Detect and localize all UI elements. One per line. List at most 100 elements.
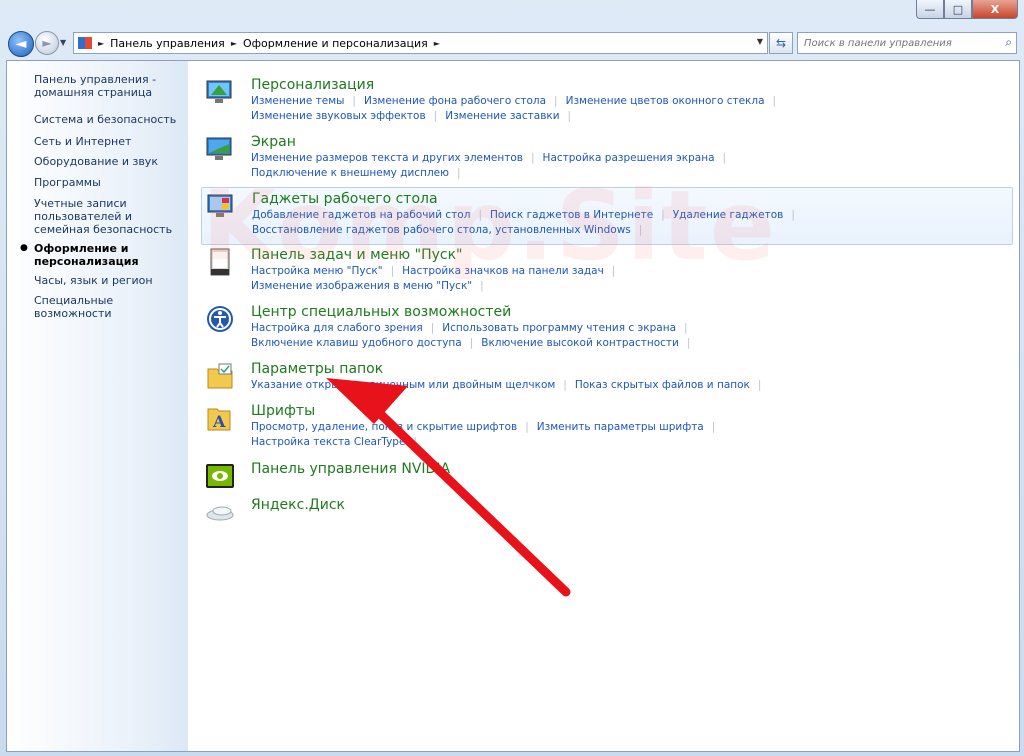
category-title[interactable]: Центр специальных возможностей: [251, 304, 511, 320]
link-separator: |: [684, 322, 688, 334]
search-box[interactable]: ⌕: [797, 32, 1017, 54]
display-icon[interactable]: [205, 134, 239, 168]
search-input[interactable]: [798, 33, 996, 53]
nvidia-icon[interactable]: [205, 461, 239, 495]
category-yandex-disk: Яндекс.Диск: [201, 497, 1011, 523]
task-link-row: Изменение темы | Изменение фона рабочего с…: [251, 95, 784, 107]
task-link[interactable]: Использовать программу чтения с экрана: [442, 322, 676, 334]
link-separator: |: [567, 110, 572, 122]
category-title[interactable]: Яндекс.Диск: [251, 497, 345, 513]
link-separator: |: [563, 379, 567, 391]
category-display: Экран Изменение размеров текста и других …: [201, 134, 1011, 188]
breadcrumb-control-panel[interactable]: Панель управления: [110, 37, 225, 50]
yandex-disk-icon[interactable]: [205, 497, 239, 531]
task-link[interactable]: Изменение темы: [251, 95, 344, 107]
category-title[interactable]: Панель задач и меню "Пуск": [251, 247, 462, 263]
task-link[interactable]: Просмотр, удаление, показ и скрытие шриф…: [251, 421, 517, 433]
sidebar-item[interactable]: Сеть и Интернет: [34, 135, 184, 148]
control-panel-icon: [78, 37, 92, 49]
gadgets-icon[interactable]: [206, 191, 240, 225]
task-link-row: Изменение размеров текста и других элеме…: [251, 152, 734, 164]
folder-options-icon[interactable]: [205, 361, 239, 395]
fonts-icon[interactable]: A: [205, 403, 239, 437]
task-link[interactable]: Подключение к внешнему дисплею: [251, 167, 449, 179]
task-link-row: Настройка текста ClearType |: [251, 436, 425, 448]
sidebar-item[interactable]: Система и безопасность: [34, 113, 184, 126]
task-link[interactable]: Включение клавиш удобного доступа: [251, 337, 462, 349]
task-link[interactable]: Восстановление гаджетов рабочего стола, …: [252, 224, 631, 236]
breadcrumb-separator-icon[interactable]: ►: [98, 39, 104, 48]
task-link[interactable]: Настройка для слабого зрения: [251, 322, 423, 334]
address-dropdown-icon[interactable]: ▼: [757, 37, 763, 46]
task-link[interactable]: Настройка текста ClearType: [251, 436, 405, 448]
category-ease-of-access: Центр специальных возможностей Настройка …: [201, 304, 1011, 358]
recent-pages-dropdown-icon[interactable]: ▼: [60, 38, 66, 47]
category-title[interactable]: Персонализация: [251, 77, 374, 93]
link-separator: |: [413, 436, 417, 448]
task-link-row: Изменение изображения в меню "Пуск" |: [251, 280, 492, 292]
back-button[interactable]: ◄: [8, 31, 34, 57]
refresh-button[interactable]: ⇆: [769, 32, 793, 54]
task-link[interactable]: Изменение размеров текста и других элеме…: [251, 152, 523, 164]
task-link[interactable]: Изменение заставки: [445, 110, 559, 122]
sidebar-item[interactable]: Программы: [34, 176, 184, 189]
breadcrumb-appearance[interactable]: Оформление и персонализация: [243, 37, 428, 50]
task-link[interactable]: Настройка значков на панели задач: [402, 265, 604, 277]
task-link[interactable]: Изменение фона рабочего стола: [364, 95, 546, 107]
link-separator: |: [554, 95, 558, 107]
breadcrumb-separator-icon[interactable]: ►: [231, 39, 237, 48]
link-separator: |: [531, 152, 535, 164]
link-separator: |: [433, 110, 438, 122]
maximize-button[interactable]: □: [944, 0, 972, 19]
task-link-row: Указание открытия одиночным или двойным …: [251, 379, 769, 391]
sidebar-item[interactable]: Специальные возможности: [34, 294, 184, 320]
forward-button[interactable]: ►: [35, 31, 59, 55]
task-link[interactable]: Добавление гаджетов на рабочий стол: [252, 209, 470, 221]
sidebar-item[interactable]: Панель управления - домашняя страница: [34, 73, 184, 99]
task-link[interactable]: Удаление гаджетов: [673, 209, 784, 221]
task-link[interactable]: Изменение звуковых эффектов: [251, 110, 426, 122]
task-link[interactable]: Поиск гаджетов в Интернете: [490, 209, 653, 221]
personalization-icon[interactable]: [205, 77, 239, 111]
task-link-row: Включение клавиш удобного доступа | Включе…: [251, 337, 698, 349]
control-panel-window: — □ X ◄ ► ▼ ► Панель управления ► Оформл…: [0, 0, 1024, 756]
sidebar-item[interactable]: Часы, язык и регион: [34, 274, 184, 287]
category-title[interactable]: Гаджеты рабочего стола: [252, 191, 438, 207]
link-separator: |: [352, 95, 356, 107]
task-link[interactable]: Изменение изображения в меню "Пуск": [251, 280, 472, 292]
address-bar[interactable]: ► Панель управления ► Оформление и персо…: [73, 32, 768, 54]
content-area: Панель управления - домашняя страница Сис…: [6, 60, 1020, 752]
task-link[interactable]: Указание открытия одиночным или двойным …: [251, 379, 555, 391]
sidebar-item[interactable]: Оборудование и звук: [34, 155, 184, 168]
link-separator: |: [711, 421, 716, 433]
sidebar-item: Оформление и персонализация: [34, 242, 139, 268]
task-link[interactable]: Показ скрытых файлов и папок: [575, 379, 750, 391]
taskbar-icon[interactable]: [205, 247, 239, 281]
link-separator: |: [686, 337, 691, 349]
task-link[interactable]: Включение высокой контрастности: [481, 337, 679, 349]
search-icon[interactable]: ⌕: [1005, 35, 1012, 50]
task-link-row: Восстановление гаджетов рабочего стола, …: [252, 224, 650, 236]
minimize-button[interactable]: —: [916, 0, 944, 19]
link-separator: |: [611, 265, 616, 277]
task-link-row: Подключение к внешнему дисплею |: [251, 167, 469, 179]
task-link[interactable]: Настройка меню "Пуск": [251, 265, 383, 277]
task-link[interactable]: Изменить параметры шрифта: [537, 421, 704, 433]
close-button[interactable]: X: [972, 0, 1018, 19]
category-title[interactable]: Параметры папок: [251, 361, 383, 377]
task-link-row: Настройка меню "Пуск" | Настройка значков …: [251, 265, 623, 277]
category-title[interactable]: Шрифты: [251, 403, 315, 419]
task-link[interactable]: Настройка разрешения экрана: [543, 152, 715, 164]
ease-of-access-icon[interactable]: [205, 304, 239, 338]
breadcrumb-separator-icon[interactable]: ►: [434, 39, 440, 48]
category-title[interactable]: Панель управления NVIDIA: [251, 461, 450, 477]
task-link[interactable]: Изменение цветов оконного стекла: [566, 95, 765, 107]
category-taskbar: Панель задач и меню "Пуск" Настройка меню…: [201, 247, 1011, 301]
sidebar-item[interactable]: Учетные записи пользователей и семейная …: [34, 197, 184, 236]
task-link-row: Добавление гаджетов на рабочий стол | Поис…: [252, 209, 803, 221]
link-separator: |: [480, 280, 484, 292]
category-title[interactable]: Экран: [251, 134, 296, 150]
category-gadgets: Гаджеты рабочего стола Добавление гаджето…: [201, 187, 1013, 245]
link-separator: |: [722, 152, 727, 164]
link-separator: |: [772, 95, 777, 107]
